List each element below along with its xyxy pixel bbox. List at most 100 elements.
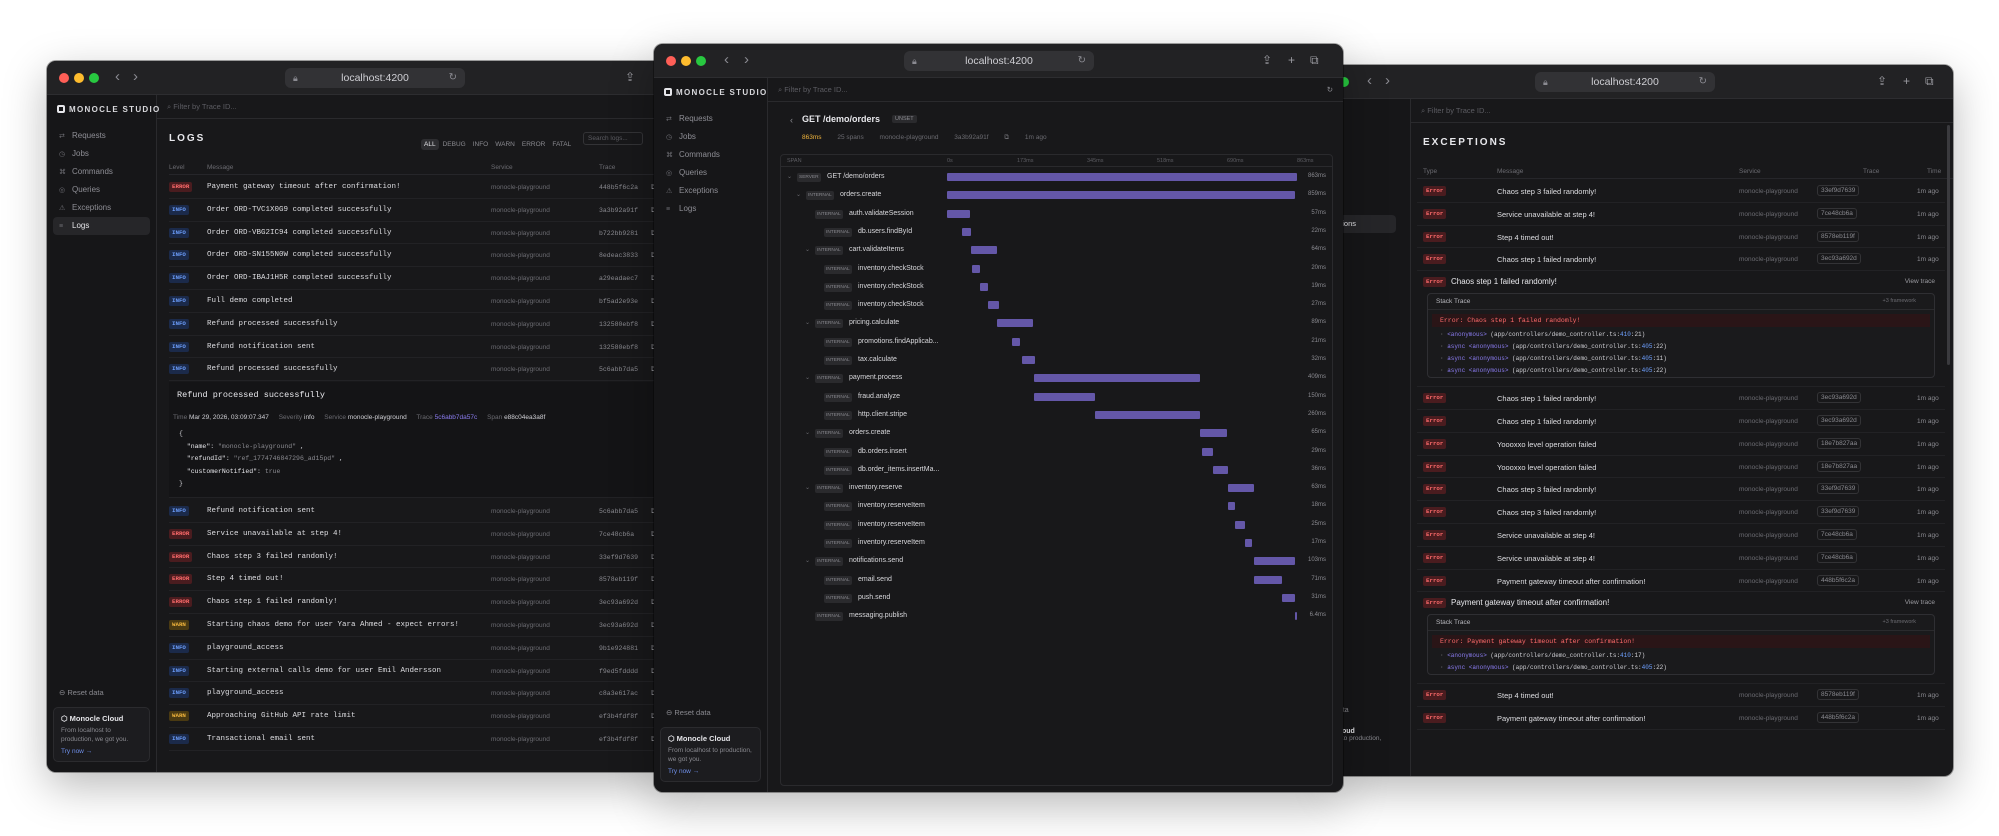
level-filter-info[interactable]: INFO [470, 139, 492, 150]
span-bar[interactable] [947, 209, 971, 218]
sidebar-item-commands[interactable]: ⌘ Commands [53, 163, 150, 181]
chevron-down-icon[interactable]: ⌄ [805, 557, 810, 564]
span-row[interactable]: INTERNAL tax.calculate 32ms [781, 351, 1332, 369]
trace-link[interactable]: 8578eb119f [1817, 230, 1859, 242]
table-row[interactable]: ERROR Payment gateway timeout after confi… [169, 176, 667, 199]
span-bar[interactable] [1200, 429, 1227, 438]
table-row[interactable]: ERROR Chaos step 3 failed randomly! monocl… [169, 546, 667, 569]
back-arrow-icon[interactable]: ‹ [115, 69, 120, 85]
trace-link[interactable]: 3ec93a692d [599, 622, 638, 629]
tabs-icon[interactable]: ⧉ [1925, 74, 1934, 88]
span-row[interactable]: INTERNAL inventory.reserveItem 17ms [781, 534, 1332, 552]
table-row[interactable]: INFO Full demo completed monocle-playgroun… [169, 290, 667, 313]
span-bar[interactable] [1034, 392, 1096, 401]
trace-link[interactable]: c8a3e617ac [599, 690, 638, 697]
table-row[interactable]: INFO Transactional email sent monocle-play… [169, 728, 667, 751]
level-filter-all[interactable]: ALL [421, 139, 439, 150]
framework-toggle[interactable]: +3 framework [1883, 298, 1916, 304]
span-row[interactable]: ⌄ INTERNAL notifications.send 103ms [781, 552, 1332, 570]
trace-link[interactable]: 33ef9d7639 [1817, 483, 1860, 495]
trace-link[interactable]: 33ef9d7639 [1817, 185, 1860, 196]
scrollbar[interactable] [1947, 125, 1950, 365]
sidebar-item-requests[interactable]: ⇄ Requests [53, 127, 150, 145]
share-icon[interactable]: ⇪ [625, 70, 635, 84]
address-bar[interactable]: 🔒︎ localhost:4200 ↻ [285, 68, 465, 88]
trace-link[interactable]: 33ef9d7639 [1817, 506, 1860, 518]
trace-link[interactable]: f9ed5fdddd [599, 668, 638, 675]
span-row[interactable]: INTERNAL messaging.publish 6.4ms [781, 607, 1332, 625]
span-row[interactable]: INTERNAL inventory.checkStock 19ms [781, 278, 1332, 296]
span-bar[interactable] [1201, 447, 1214, 456]
span-row[interactable]: INTERNAL inventory.checkStock 20ms [781, 260, 1332, 278]
table-row[interactable]: Error Yoooxxo level operation failed monoc… [1417, 456, 1945, 479]
span-row[interactable]: INTERNAL inventory.reserveItem 18ms [781, 497, 1332, 515]
span-bar[interactable] [962, 227, 972, 236]
span-row[interactable]: ⌄ SERVER GET /demo/orders 863ms [781, 168, 1332, 186]
span-bar[interactable] [1253, 575, 1283, 584]
copy-icon[interactable]: ⧉ [1004, 134, 1009, 141]
span-bar[interactable] [1253, 557, 1296, 566]
table-row[interactable]: Error Payment gateway timeout after confi… [1417, 707, 1945, 730]
table-row[interactable]: WARN Approaching GitHub API rate limit mon… [169, 705, 667, 728]
table-row[interactable]: INFO playground_access monocle-playground c… [169, 682, 667, 706]
exception-expanded-header[interactable]: Error Payment gateway timeout after confi… [1417, 592, 1945, 614]
span-row[interactable]: INTERNAL db.users.findById 22ms [781, 223, 1332, 241]
span-row[interactable]: INTERNAL promotions.findApplicab... 21ms [781, 333, 1332, 351]
back-chevron-icon[interactable]: ‹ [790, 115, 793, 125]
span-bar[interactable] [997, 319, 1034, 328]
share-icon[interactable]: ⇪ [1262, 53, 1272, 67]
log-search-input[interactable]: Search logs... [583, 132, 643, 145]
trace-link[interactable]: 8578eb119f [1817, 689, 1859, 701]
trace-link[interactable]: 132580ebf8 [599, 321, 638, 328]
share-icon[interactable]: ⇪ [1877, 74, 1887, 88]
trace-link[interactable]: a29eadaec7 [599, 275, 638, 282]
span-bar[interactable] [1022, 356, 1035, 364]
sidebar-item-requests[interactable]: ⇄ Requests [660, 110, 761, 128]
span-row[interactable]: INTERNAL email.send 71ms [781, 571, 1332, 589]
table-row[interactable]: ERROR Chaos step 1 failed randomly! monocl… [169, 591, 667, 614]
span-bar[interactable] [1228, 484, 1254, 493]
table-row[interactable]: Error Chaos step 3 failed randomly! monocl… [1417, 180, 1945, 203]
span-row[interactable]: INTERNAL inventory.checkStock 27ms [781, 296, 1332, 314]
table-row[interactable]: INFO Refund processed successfully monocle… [169, 358, 667, 382]
trace-link[interactable]: 7ce48cb6a [1817, 551, 1857, 563]
reload-icon[interactable]: ↻ [1699, 72, 1707, 92]
chevron-down-icon[interactable]: ⌄ [805, 246, 810, 253]
trace-link[interactable]: 18e7b827aa [1817, 460, 1862, 472]
trace-link[interactable]: b722bb9281 [599, 230, 638, 237]
address-bar[interactable]: 🔒︎ localhost:4200 ↻ [904, 51, 1094, 71]
trace-link[interactable]: 5c6abb7da5 [599, 366, 638, 373]
trace-link[interactable]: 7ce48cb6a [1817, 207, 1857, 219]
level-filter-debug[interactable]: DEBUG [440, 139, 469, 150]
table-row[interactable]: INFO Order ORD-TVC1X0G9 completed success… [169, 199, 667, 222]
trace-link[interactable]: 3ec93a692d [599, 599, 638, 606]
tabs-icon[interactable]: ⧉ [1310, 53, 1319, 67]
span-bar[interactable] [1034, 374, 1201, 383]
close-window-button[interactable] [666, 56, 676, 66]
span-bar[interactable] [947, 191, 1296, 200]
span-row[interactable]: INTERNAL auth.validateSession 57ms [781, 205, 1332, 223]
sidebar-item-queries[interactable]: ◎ Queries [660, 164, 761, 182]
span-row[interactable]: INTERNAL http.client.stripe 260ms [781, 406, 1332, 424]
table-row[interactable]: Error Chaos step 3 failed randomly! monocl… [1417, 478, 1945, 502]
trace-link[interactable]: 448b5f6c2a [1817, 574, 1859, 586]
span-bar[interactable] [971, 246, 998, 255]
trace-link[interactable]: 132580ebf8 [599, 344, 638, 351]
back-arrow-icon[interactable]: ‹ [1367, 73, 1372, 89]
span-row[interactable]: ⌄ INTERNAL inventory.reserve 63ms [781, 479, 1332, 497]
table-row[interactable]: Error Chaos step 1 failed randomly! monocl… [1417, 387, 1945, 410]
chevron-down-icon[interactable]: ⌄ [805, 374, 810, 381]
span-bar[interactable] [1228, 502, 1236, 511]
refresh-icon[interactable]: ↻ [1327, 78, 1333, 101]
sidebar-item-exceptions[interactable]: ⚠ Exceptions [660, 182, 761, 200]
trace-link[interactable]: 7ce48cb6a [599, 531, 634, 538]
reload-icon[interactable]: ↻ [449, 68, 457, 88]
table-row[interactable]: Error Step 4 timed out! monocle-playground… [1417, 226, 1945, 249]
span-bar[interactable] [947, 173, 1297, 181]
trace-link[interactable]: ef3b4fdf8f [599, 713, 638, 720]
span-bar[interactable] [1213, 465, 1229, 474]
span-bar[interactable] [1095, 410, 1201, 419]
span-row[interactable]: ⌄ INTERNAL payment.process 409ms [781, 369, 1332, 387]
table-row[interactable]: INFO Refund notification sent monocle-play… [169, 336, 667, 359]
reset-data-button[interactable]: ⊖ Reset data [53, 688, 150, 697]
